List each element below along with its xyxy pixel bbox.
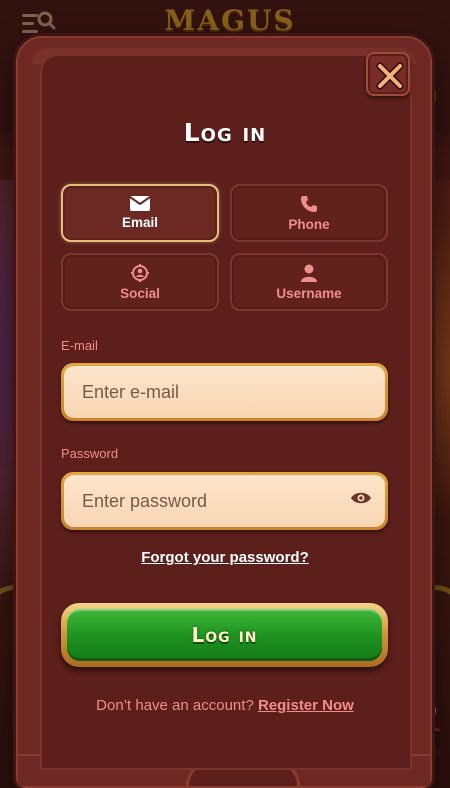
tab-username[interactable]: Username [230,253,388,311]
login-button-face: Log in [67,609,382,661]
login-button-label: Log in [191,623,258,647]
password-field-label: Password [61,446,119,461]
phone-icon [301,195,317,212]
user-icon [301,264,317,282]
social-target-icon [131,263,149,282]
tab-email[interactable]: Email [61,184,219,242]
forgot-password-link[interactable]: Forgot your password? [0,549,450,566]
close-x-icon [376,62,404,90]
tab-social[interactable]: Social [61,253,219,311]
close-button[interactable] [366,52,410,96]
email-field-label: E-mail [61,338,98,353]
tab-phone-label: Phone [288,216,330,232]
envelope-icon [130,196,150,211]
register-now-link[interactable]: Register Now [258,697,354,714]
email-field[interactable] [64,366,385,418]
tab-email-label: Email [121,215,159,230]
modal-title: Log in [183,118,267,147]
eye-icon[interactable] [351,491,371,505]
password-field-frame [61,472,388,530]
login-button[interactable]: Log in [61,603,388,667]
tab-phone[interactable]: Phone [230,184,388,242]
tab-username-label: Username [276,285,342,301]
password-field[interactable] [64,475,385,527]
tab-social-label: Social [120,285,160,301]
email-field-frame [61,363,388,421]
signup-prompt-row: Don’t have an account? Register Now [0,697,450,714]
signup-prompt-text: Don’t have an account? [96,697,254,714]
